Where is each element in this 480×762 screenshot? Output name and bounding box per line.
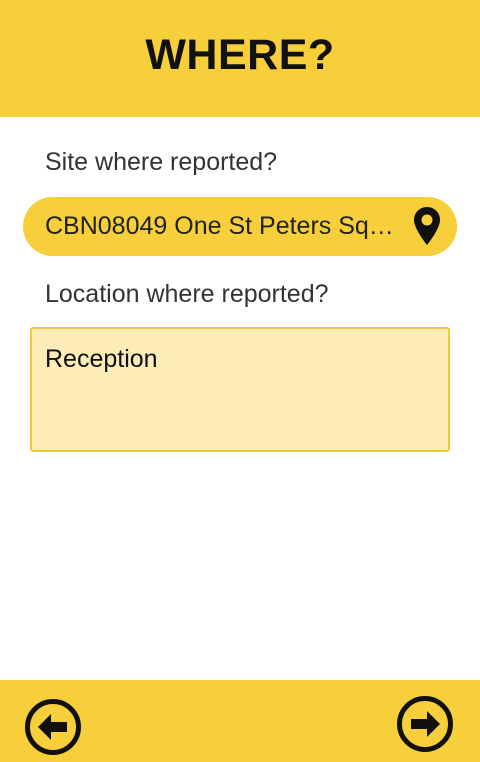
location-label: Location where reported? <box>45 280 329 308</box>
header-bar: WHERE? <box>0 0 480 117</box>
site-selector[interactable]: CBN08049 One St Peters Squa… <box>23 197 457 256</box>
map-pin-icon[interactable] <box>413 206 441 246</box>
site-value: CBN08049 One St Peters Squa… <box>45 212 401 240</box>
location-input[interactable]: Reception <box>30 327 450 452</box>
back-button[interactable] <box>24 698 82 756</box>
page-title: WHERE? <box>145 31 335 79</box>
footer-bar <box>0 680 480 762</box>
arrow-right-circle-icon <box>397 696 453 752</box>
site-label: Site where reported? <box>45 148 278 176</box>
arrow-left-circle-icon <box>25 699 81 755</box>
next-button[interactable] <box>396 695 454 753</box>
